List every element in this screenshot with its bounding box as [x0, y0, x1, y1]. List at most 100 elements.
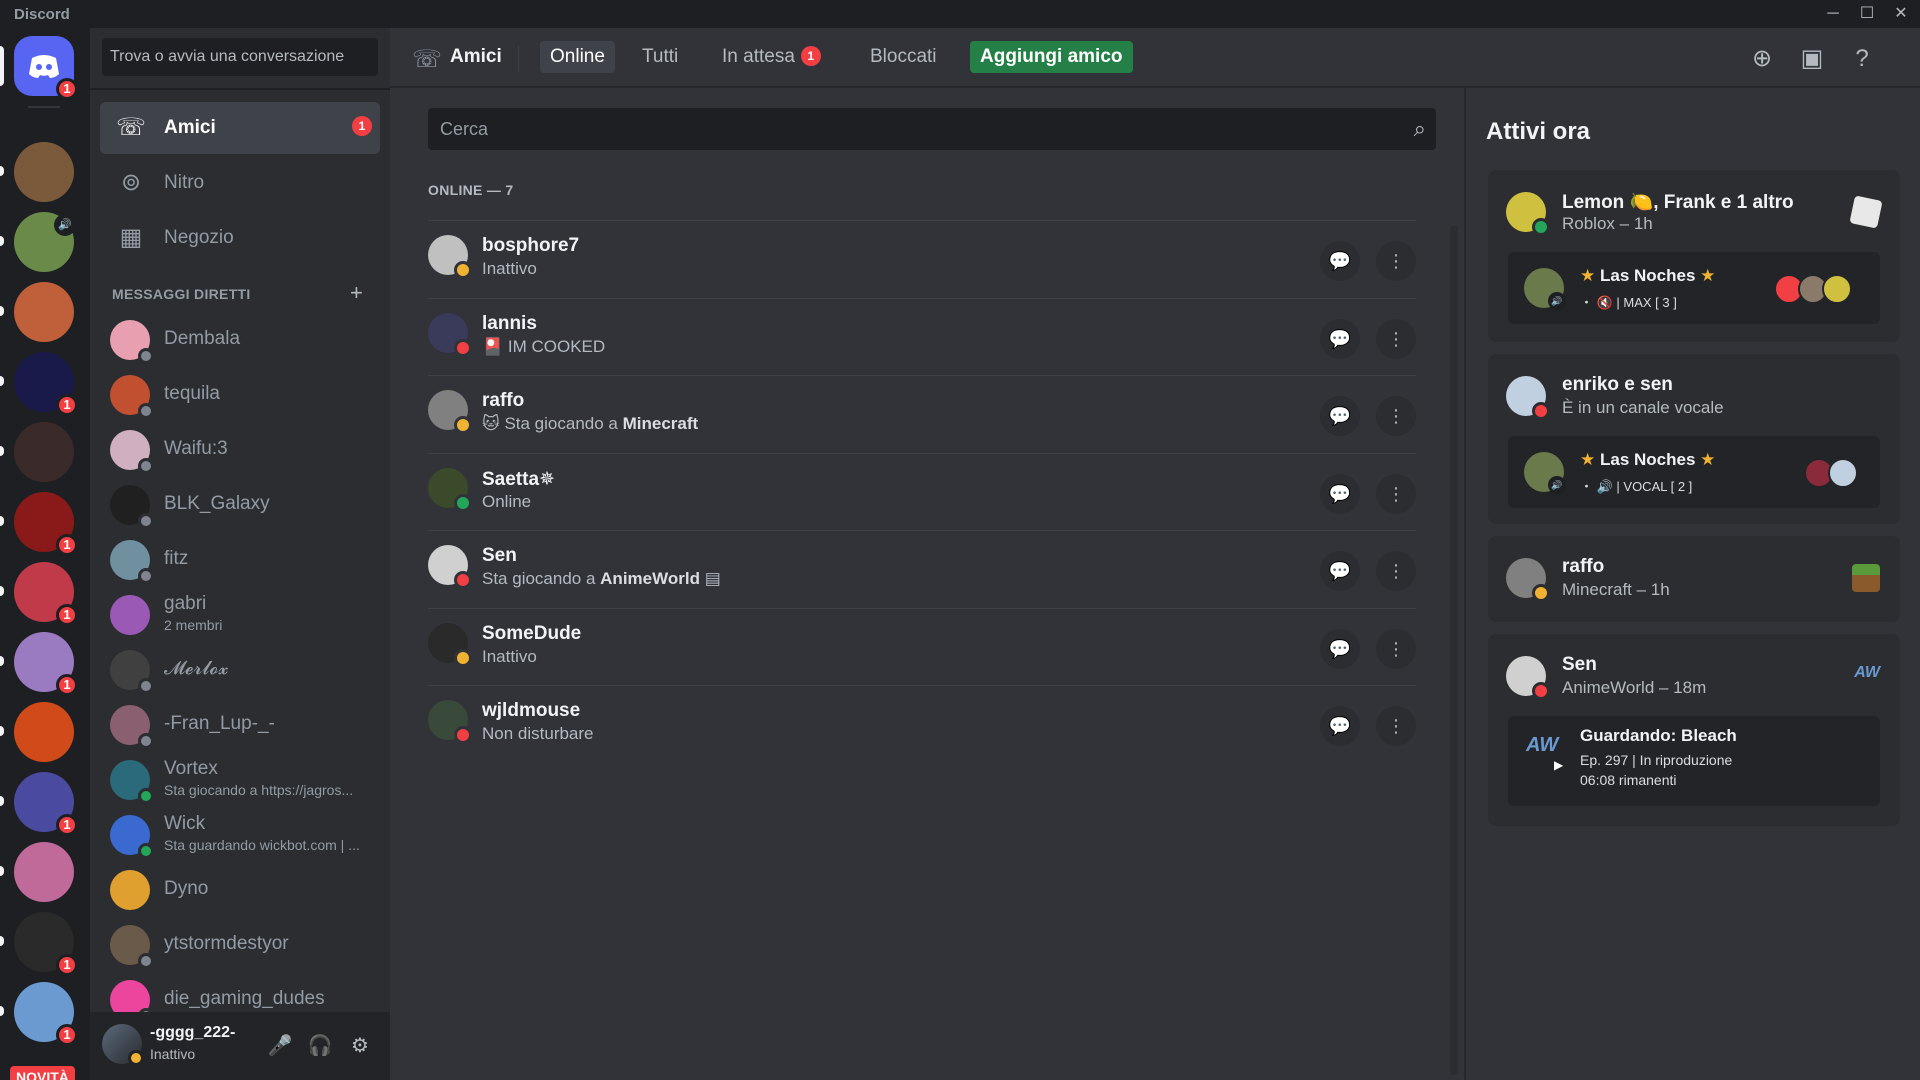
server-icon-server-12[interactable]: 1	[0, 912, 78, 976]
message-icon[interactable]: 💬	[1320, 396, 1360, 436]
more-options-icon[interactable]: ⋮	[1376, 551, 1416, 591]
dm-item[interactable]: tequila	[100, 369, 380, 421]
server-icon-server-humanitys-fate[interactable]	[0, 422, 74, 482]
more-options-icon[interactable]: ⋮	[1376, 241, 1416, 281]
status-dot	[138, 458, 154, 474]
friend-row[interactable]: lannis 🎴 IM COOKED 💬 ⋮	[428, 297, 1416, 375]
dm-name: Dyno	[164, 878, 209, 899]
nav-item-nitro[interactable]: ⊚ Nitro	[100, 157, 380, 209]
more-options-icon[interactable]: ⋮	[1376, 706, 1416, 746]
tab-in-attesa[interactable]: In attesa 1	[712, 41, 831, 73]
maximize-button[interactable]: ☐	[1850, 0, 1884, 28]
dm-item[interactable]: 𝓜𝓮𝓻𝓵𝓸𝔁	[100, 644, 380, 696]
server-icon-server-10[interactable]: 1	[0, 772, 78, 836]
activity-card[interactable]: Lemon 🍋, Frank e 1 altro Roblox – 1h 🔊 ★…	[1488, 170, 1900, 342]
message-icon[interactable]: 💬	[1320, 241, 1360, 281]
settings-gear-icon[interactable]: ⚙	[346, 1032, 374, 1060]
tab-online[interactable]: Online	[540, 41, 615, 73]
server-icon-server-11[interactable]	[0, 842, 74, 902]
tab-tutti[interactable]: Tutti	[632, 41, 688, 73]
friend-row[interactable]: Sen Sta giocando a AnimeWorld ▤ 💬 ⋮	[428, 530, 1416, 607]
friend-status-text: Online	[482, 491, 532, 511]
activity-card[interactable]: Sen AnimeWorld – 18m AW AW ▶ Guardando: …	[1488, 634, 1900, 826]
voice-channel-box[interactable]: 🔊 ★ Las Noches ★ ・ 🔇 | MAX [ 3 ]	[1508, 252, 1880, 324]
friend-row[interactable]: raffo 🐱 Sta giocando a Minecraft 💬 ⋮	[428, 375, 1416, 452]
message-icon[interactable]: 💬	[1320, 628, 1360, 669]
server-icon-server-8[interactable]: 1	[0, 632, 78, 696]
roblox-icon	[1849, 195, 1883, 229]
unread-indicator	[0, 796, 4, 806]
active-now-title: Attivi ora	[1486, 118, 1591, 145]
message-icon[interactable]: 💬	[1320, 473, 1360, 514]
nav-item-negozio[interactable]: ▦ Negozio	[100, 212, 380, 264]
dm-item[interactable]: ytstormdestyor	[100, 919, 380, 971]
dm-avatar	[110, 595, 150, 635]
message-icon[interactable]: 💬	[1320, 318, 1360, 359]
friend-row[interactable]: wjldmouse Non disturbare 💬 ⋮	[428, 685, 1416, 762]
friend-row[interactable]: SomeDude Inattivo 💬 ⋮	[428, 607, 1416, 685]
dm-item[interactable]: Dyno	[100, 864, 380, 916]
dm-item[interactable]: Vortex Sta giocando a https://jagros...	[100, 754, 380, 806]
inbox-icon[interactable]: ▣	[1796, 44, 1828, 76]
dm-item[interactable]: Dembala	[100, 314, 380, 366]
friend-row[interactable]: bosphore7 Inattivo 💬 ⋮	[428, 220, 1416, 297]
status-dot	[454, 338, 472, 357]
new-group-dm-icon[interactable]: ⊕	[1746, 44, 1778, 76]
dm-item[interactable]: fitz	[100, 534, 380, 586]
conversation-search-input[interactable]: Trova o avvia una conversazione	[102, 38, 378, 76]
more-options-icon[interactable]: ⋮	[1376, 396, 1416, 436]
create-dm-button[interactable]: +	[350, 280, 363, 306]
server-icon-server-9[interactable]	[0, 702, 74, 762]
username[interactable]: -gggg_222-	[150, 1024, 235, 1042]
activity-card[interactable]: enriko e sen È in un canale vocale 🔊 ★ L…	[1488, 354, 1900, 524]
friend-name: lannis	[482, 312, 537, 334]
server-icon-server-1[interactable]	[0, 142, 74, 202]
server-icon-server-a[interactable]: 1	[0, 492, 78, 556]
member-avatar	[1822, 274, 1852, 304]
dm-item[interactable]: -Fran_Lup-_-	[100, 699, 380, 751]
status-dot	[1532, 682, 1550, 700]
app-brand: Discord	[14, 6, 70, 23]
watching-box[interactable]: AW ▶ Guardando: Bleach Ep. 297 | In ripr…	[1508, 716, 1880, 806]
scrollbar[interactable]	[1450, 225, 1458, 1075]
tab-bloccati[interactable]: Bloccati	[860, 41, 947, 73]
server-icon-server-psi[interactable]: 1	[0, 352, 78, 416]
server-icon-server-13[interactable]: 1	[0, 982, 78, 1046]
home-button[interactable]: 1	[0, 36, 78, 100]
message-icon[interactable]: 💬	[1320, 706, 1360, 746]
dm-name: Waifu:3	[164, 438, 228, 459]
server-icon-server-7[interactable]: 1	[0, 562, 78, 626]
headset-icon[interactable]: 🎧	[306, 1032, 334, 1060]
unread-indicator	[0, 166, 4, 176]
microphone-icon[interactable]: 🎤	[266, 1032, 294, 1060]
status-dot	[138, 403, 154, 419]
activity-card[interactable]: raffo Minecraft – 1h	[1488, 536, 1900, 622]
status-dot	[138, 348, 154, 364]
server-icon-server-2[interactable]: 🔊	[0, 212, 76, 272]
server-icon-server-3[interactable]	[0, 282, 74, 342]
dm-item[interactable]: Wick Sta guardando wickbot.com | ...	[100, 809, 380, 861]
novita-badge[interactable]: NOVITÀ	[10, 1066, 75, 1080]
help-icon[interactable]: ?	[1846, 44, 1878, 76]
more-options-icon[interactable]: ⋮	[1376, 318, 1416, 359]
message-icon[interactable]: 💬	[1320, 551, 1360, 591]
nav-badge: 1	[352, 116, 372, 136]
dm-item[interactable]: Waifu:3	[100, 424, 380, 476]
more-options-icon[interactable]: ⋮	[1376, 628, 1416, 669]
voice-channel-box[interactable]: 🔊 ★ Las Noches ★ ・ 🔊 | VOCAL [ 2 ]	[1508, 436, 1880, 508]
activity-subtitle: Minecraft – 1h	[1562, 580, 1670, 599]
minimize-button[interactable]: ─	[1816, 0, 1850, 28]
close-button[interactable]: ✕	[1884, 0, 1918, 28]
dm-name: BLK_Galaxy	[164, 493, 270, 514]
dm-sidebar: Trova o avvia una conversazione ☏ Amici 1 ⊚…	[90, 28, 390, 1080]
unread-indicator	[0, 936, 4, 946]
mention-badge: 1	[56, 674, 78, 696]
dm-item[interactable]: BLK_Galaxy	[100, 479, 380, 531]
tab-aggiungi-amico[interactable]: Aggiungi amico	[970, 41, 1133, 73]
nav-item-amici[interactable]: ☏ Amici 1	[100, 102, 380, 154]
friends-search-input[interactable]: Cerca ⌕	[428, 108, 1436, 150]
friend-row[interactable]: Saetta✵ Online 💬 ⋮	[428, 452, 1416, 530]
more-options-icon[interactable]: ⋮	[1376, 473, 1416, 514]
status-dot	[454, 571, 472, 589]
dm-item[interactable]: gabri 2 membri	[100, 589, 380, 641]
